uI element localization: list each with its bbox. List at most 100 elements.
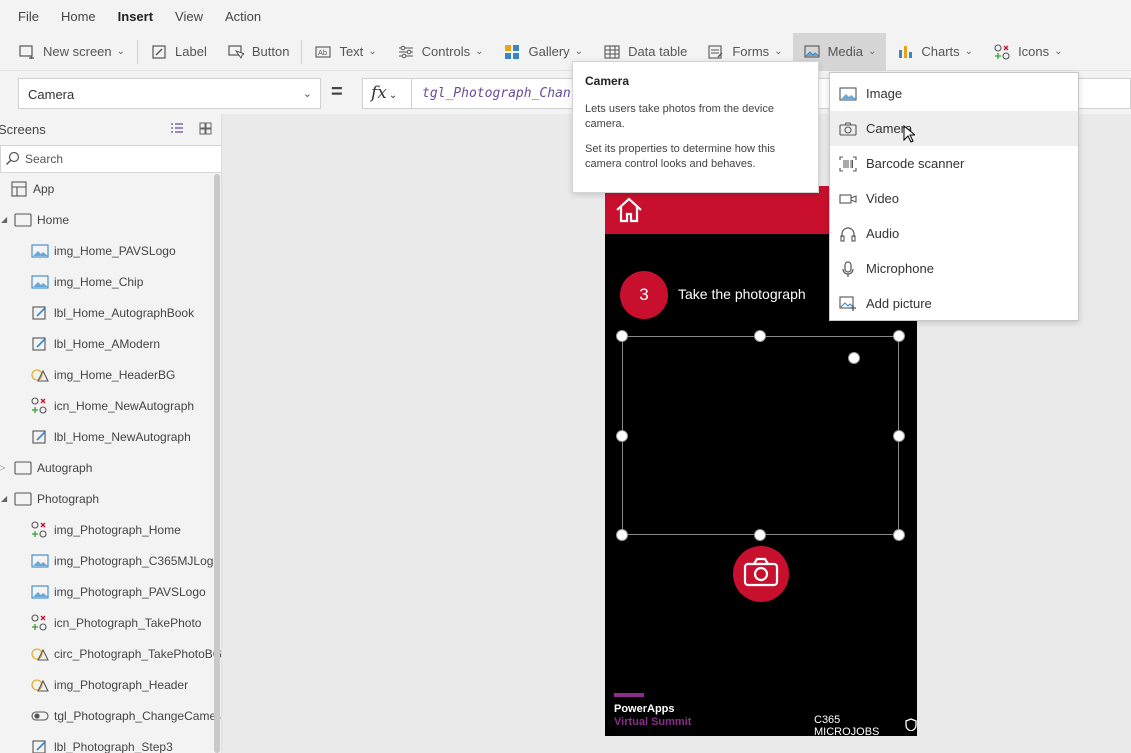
tree-node-control[interactable]: img_Photograph_PAVSLogo bbox=[0, 576, 214, 607]
thumbnail-view-icon[interactable] bbox=[199, 122, 212, 138]
tree-scrollbar[interactable] bbox=[214, 174, 220, 753]
button-button-label: Button bbox=[251, 44, 290, 59]
charts-button-label: Charts bbox=[921, 44, 960, 59]
powerapps-brand: PowerApps bbox=[614, 703, 675, 715]
tree-node-control[interactable]: tgl_Photograph_ChangeCamera bbox=[0, 700, 221, 731]
menu-item-camera[interactable]: Camera bbox=[830, 111, 1078, 146]
menu-bar: File Home Insert View Action bbox=[0, 0, 1131, 33]
menu-file[interactable]: File bbox=[18, 9, 39, 24]
tree-node-label: img_Photograph_C365MJLogo bbox=[54, 553, 221, 568]
tree-list: App ◢ Home img_Home_PAVSLogo img_Home_Ch… bbox=[0, 173, 221, 753]
tree-node-control[interactable]: img_Photograph_C365MJLogo bbox=[0, 545, 220, 576]
add-picture-icon bbox=[838, 295, 858, 312]
tooltip-title: Camera bbox=[585, 74, 630, 88]
ribbon: New screen ⌄ Label Button Ab Text ⌄ Contro… bbox=[0, 32, 1131, 71]
tree-node-control[interactable]: lbl_Photograph_Step3 bbox=[0, 731, 214, 753]
text-button-label: Text bbox=[339, 44, 364, 59]
step-number-badge: 3 bbox=[620, 271, 668, 319]
rotate-handle[interactable] bbox=[848, 352, 860, 364]
tree-node-app[interactable]: App bbox=[0, 173, 214, 204]
menu-item-microphone[interactable]: Microphone bbox=[830, 251, 1078, 286]
tree-node-control[interactable]: img_Home_HeaderBG bbox=[0, 359, 214, 390]
tree-view-header: Screens bbox=[0, 120, 221, 140]
menu-item-audio[interactable]: Audio bbox=[830, 216, 1078, 251]
tree-node-label: App bbox=[33, 181, 55, 196]
take-photo-button[interactable] bbox=[733, 546, 789, 602]
tree-node-control[interactable]: lbl_Home_NewAutograph bbox=[0, 421, 214, 452]
tree-node-control[interactable]: lbl_Home_AutographBook bbox=[0, 297, 214, 328]
chevron-down-icon: ⌄ bbox=[475, 46, 484, 57]
resize-handle[interactable] bbox=[616, 330, 628, 342]
tree-node-control[interactable]: icn_Home_NewAutograph bbox=[0, 390, 214, 421]
menu-item-video[interactable]: Video bbox=[830, 181, 1078, 216]
resize-handle[interactable] bbox=[616, 529, 628, 541]
ribbon-divider bbox=[137, 39, 139, 64]
new-screen-button[interactable]: New screen ⌄ bbox=[0, 33, 135, 71]
resize-handle[interactable] bbox=[893, 330, 905, 342]
fx-icon: fx bbox=[371, 83, 387, 103]
tree-node-control[interactable]: icn_Photograph_TakePhoto bbox=[0, 607, 214, 638]
forms-button-label: Forms bbox=[732, 44, 770, 59]
menu-insert[interactable]: Insert bbox=[118, 9, 153, 24]
summit-logo-bar bbox=[614, 693, 644, 697]
camera-control-selection[interactable] bbox=[622, 336, 899, 535]
tree-node-label: Home bbox=[37, 212, 70, 227]
controls-button[interactable]: Controls ⌄ bbox=[387, 33, 494, 71]
property-selector[interactable]: Camera ⌄ bbox=[18, 78, 321, 109]
resize-handle[interactable] bbox=[893, 529, 905, 541]
fx-button[interactable]: fx ⌄ bbox=[362, 78, 412, 109]
tree-node-label: img_Home_HeaderBG bbox=[54, 367, 176, 382]
tree-node-control[interactable]: img_Photograph_Home bbox=[0, 514, 214, 545]
tree-node-label: Autograph bbox=[37, 460, 93, 475]
sliders-icon bbox=[397, 44, 415, 60]
menu-item-add-picture[interactable]: Add picture bbox=[830, 286, 1078, 321]
tree-node-control[interactable]: img_Home_PAVSLogo bbox=[0, 235, 214, 266]
chevron-down-icon: ⌄ bbox=[388, 90, 398, 101]
charts-button[interactable]: Charts ⌄ bbox=[886, 33, 983, 71]
chevron-down-icon: ⌄ bbox=[574, 46, 584, 57]
icons-button[interactable]: Icons ⌄ bbox=[983, 33, 1072, 71]
tree-search-input[interactable]: Search bbox=[0, 145, 221, 173]
tree-node-control[interactable]: circ_Photograph_TakePhotoBG bbox=[0, 638, 221, 669]
list-view-icon[interactable] bbox=[170, 122, 184, 137]
camera-tooltip: Camera Lets users take photos from the d… bbox=[572, 61, 819, 193]
resize-handle[interactable] bbox=[754, 529, 766, 541]
tree-node-control[interactable]: img_Home_Chip bbox=[0, 266, 214, 297]
tree-node-label: icn_Photograph_TakePhoto bbox=[54, 615, 202, 630]
resize-handle[interactable] bbox=[893, 430, 905, 442]
label-edit-icon bbox=[31, 739, 49, 753]
tree-node-label: lbl_Home_AModern bbox=[54, 336, 161, 351]
text-button[interactable]: Ab Text ⌄ bbox=[304, 33, 386, 71]
home-icon[interactable] bbox=[614, 196, 644, 229]
image-icon bbox=[31, 274, 49, 290]
tree-node-screen-home[interactable]: ◢ Home bbox=[0, 204, 214, 235]
expand-triangle-icon: ▷ bbox=[0, 463, 5, 472]
menu-item-image[interactable]: Image bbox=[830, 76, 1078, 111]
new-screen-label: New screen bbox=[43, 44, 112, 59]
menu-home[interactable]: Home bbox=[61, 9, 96, 24]
collapse-triangle-icon: ◢ bbox=[1, 215, 8, 224]
label-button[interactable]: Label bbox=[140, 33, 217, 71]
shape-icon bbox=[31, 646, 49, 662]
resize-handle[interactable] bbox=[754, 330, 766, 342]
image-icon bbox=[31, 243, 49, 259]
barcode-icon bbox=[838, 155, 858, 172]
icons-button-label: Icons bbox=[1018, 44, 1050, 59]
tree-node-label: img_Photograph_PAVSLogo bbox=[54, 584, 206, 599]
tree-node-control[interactable]: img_Photograph_Header bbox=[0, 669, 214, 700]
menu-item-barcode-scanner[interactable]: Barcode scanner bbox=[830, 146, 1078, 181]
menu-view[interactable]: View bbox=[175, 9, 203, 24]
tree-node-screen-autograph[interactable]: ▷ Autograph bbox=[0, 452, 214, 483]
tree-node-label: tgl_Photograph_ChangeCamera bbox=[54, 708, 222, 723]
tree-node-control[interactable]: lbl_Home_AModern bbox=[0, 328, 214, 359]
tree-node-screen-photograph[interactable]: ◢ Photograph bbox=[0, 483, 214, 514]
resize-handle[interactable] bbox=[616, 430, 628, 442]
menu-item-label: Video bbox=[866, 191, 900, 206]
menu-item-label: Image bbox=[866, 86, 903, 101]
shape-icon bbox=[31, 367, 49, 383]
button-button[interactable]: Button bbox=[217, 33, 300, 71]
menu-action[interactable]: Action bbox=[225, 9, 261, 24]
controls-button-label: Controls bbox=[421, 44, 471, 59]
chevron-down-icon: ⌄ bbox=[302, 88, 312, 100]
camera-icon bbox=[743, 557, 779, 592]
